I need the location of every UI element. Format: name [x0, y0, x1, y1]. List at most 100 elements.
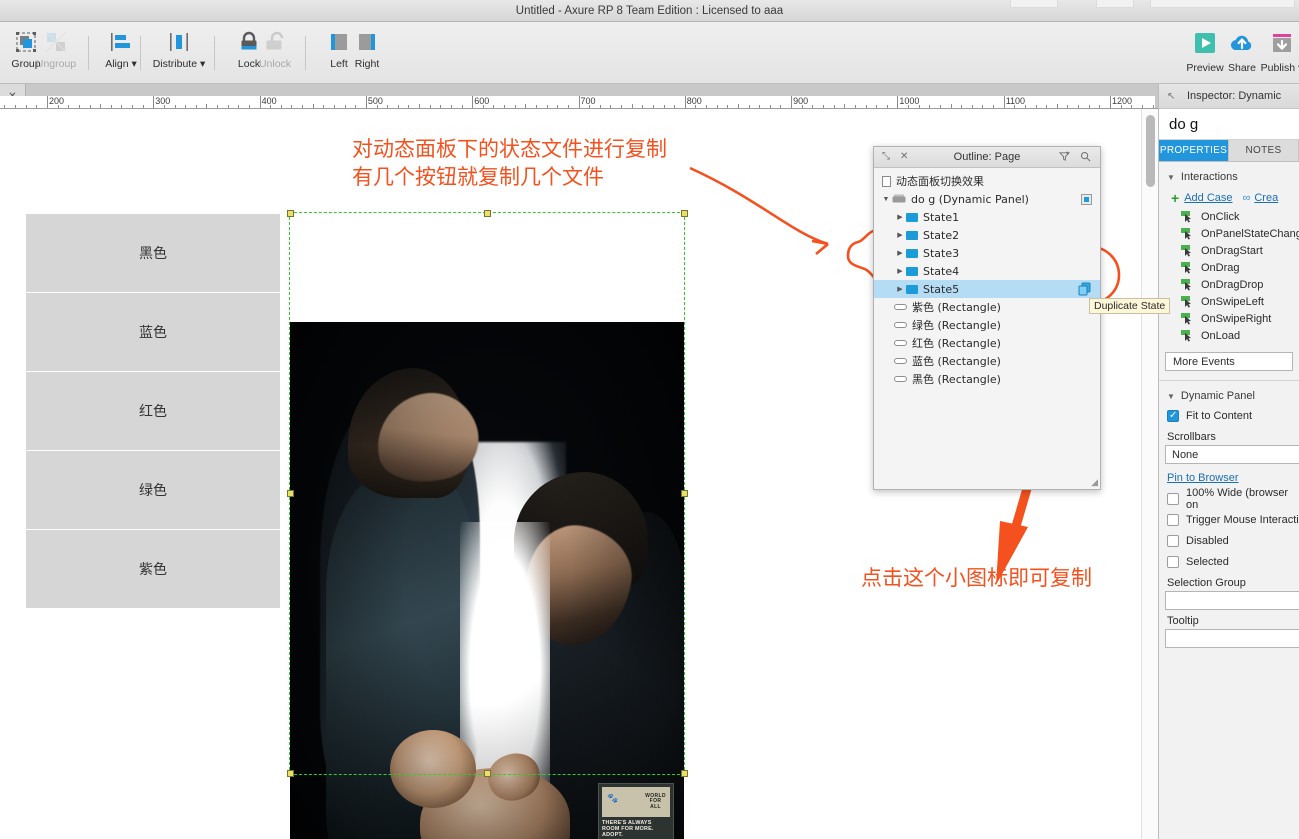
- ruler-label: 600: [474, 96, 490, 106]
- search-icon[interactable]: [1080, 151, 1091, 165]
- trigger-mouse-label: Trigger Mouse Interacti: [1186, 513, 1299, 526]
- outline-row-rect-green[interactable]: 绿色 (Rectangle): [874, 316, 1100, 334]
- trigger-mouse-checkbox[interactable]: [1167, 513, 1179, 526]
- fit-to-content-row[interactable]: Fit to Content: [1159, 405, 1299, 426]
- event-ondrag[interactable]: OnDrag: [1159, 259, 1299, 276]
- unlock-button[interactable]: Unlock: [249, 28, 301, 78]
- outline-row-state1[interactable]: ▶ State1: [874, 208, 1100, 226]
- interactions-section-header[interactable]: ▼ Interactions: [1159, 168, 1299, 186]
- panel-state-indicator-icon[interactable]: [1081, 194, 1092, 208]
- selection-group-input[interactable]: [1165, 591, 1299, 610]
- pin-to-browser-row: Pin to Browser: [1159, 472, 1299, 484]
- ruler-tick: [748, 105, 750, 108]
- event-onpanelstatechange[interactable]: OnPanelStateChange: [1159, 225, 1299, 242]
- tab-notes[interactable]: NOTES: [1229, 140, 1299, 161]
- twisty-closed-icon[interactable]: ▶: [894, 231, 906, 239]
- tab-properties[interactable]: PROPERTIES: [1159, 140, 1229, 161]
- ruler-tick: [461, 105, 463, 108]
- bring-right-button[interactable]: Right: [341, 28, 393, 78]
- ruler-tick: [25, 105, 27, 108]
- resize-handle-s[interactable]: [484, 770, 491, 777]
- outline-row-label: 绿色 (Rectangle): [912, 319, 1001, 332]
- selected-row[interactable]: Selected: [1159, 551, 1299, 572]
- resize-handle-n[interactable]: [484, 210, 491, 217]
- outline-row-rect-blue[interactable]: 蓝色 (Rectangle): [874, 352, 1100, 370]
- fit-to-content-checkbox[interactable]: [1167, 409, 1179, 422]
- outline-row-state3[interactable]: ▶ State3: [874, 244, 1100, 262]
- outline-row-rect-purple[interactable]: 紫色 (Rectangle): [874, 298, 1100, 316]
- duplicate-state-icon[interactable]: [1078, 282, 1092, 296]
- horizontal-ruler[interactable]: 200 300 400 500 600 700 800 900 1000 1100 1200: [0, 96, 1155, 109]
- outline-row-rect-black[interactable]: 黑色 (Rectangle): [874, 370, 1100, 388]
- add-case-link[interactable]: Add Case: [1184, 192, 1232, 204]
- inspector-panel[interactable]: ↖ Inspector: Dynamic do g PROPERTIES NOT…: [1158, 84, 1299, 839]
- publish-button[interactable]: Publish ▾: [1255, 30, 1299, 78]
- outline-row-dynamic-panel[interactable]: ▼ do g (Dynamic Panel): [874, 190, 1100, 208]
- outline-row-rect-red[interactable]: 红色 (Rectangle): [874, 334, 1100, 352]
- pin-to-browser-link[interactable]: Pin to Browser: [1167, 472, 1239, 484]
- canvas-button-label: 紫色: [139, 562, 167, 578]
- resize-handle-ne[interactable]: [681, 210, 688, 217]
- ungroup-button[interactable]: Ungroup: [30, 28, 82, 78]
- resize-handle-e[interactable]: [681, 490, 688, 497]
- twisty-closed-icon[interactable]: ▶: [894, 249, 906, 257]
- widget-name-field[interactable]: do g: [1159, 109, 1299, 140]
- event-ondragstart[interactable]: OnDragStart: [1159, 242, 1299, 259]
- tooltip-input[interactable]: [1165, 629, 1299, 648]
- canvas-button-green[interactable]: 绿色: [26, 451, 280, 529]
- distribute-button[interactable]: Distribute ▾: [150, 28, 208, 78]
- outline-row-state4[interactable]: ▶ State4: [874, 262, 1100, 280]
- canvas-button-black[interactable]: 黑色: [26, 214, 280, 292]
- disabled-checkbox[interactable]: [1167, 534, 1179, 547]
- event-onswipeleft[interactable]: OnSwipeLeft: [1159, 293, 1299, 310]
- dynamic-panel-section-header[interactable]: ▼ Dynamic Panel: [1159, 387, 1299, 405]
- outline-tree[interactable]: 动态面板切换效果 ▼ do g (Dynamic Panel) ▶ State1…: [874, 168, 1100, 489]
- selected-checkbox[interactable]: [1167, 555, 1179, 568]
- canvas-vertical-scrollbar[interactable]: [1141, 109, 1158, 839]
- tooltip-label: Tooltip: [1167, 615, 1199, 627]
- hundred-wide-row[interactable]: 100% Wide (browser on: [1159, 487, 1299, 511]
- canvas-button-purple[interactable]: 紫色: [26, 530, 280, 608]
- resize-handle-w[interactable]: [287, 490, 294, 497]
- resize-handle-nw[interactable]: [287, 210, 294, 217]
- resize-handle-se[interactable]: [681, 770, 688, 777]
- twisty-closed-icon[interactable]: ▶: [894, 285, 906, 293]
- link-chain-icon: ∞: [1242, 192, 1251, 204]
- toolbar-divider-1: [88, 36, 89, 70]
- create-link[interactable]: Crea: [1254, 192, 1278, 204]
- ruler-tick: [791, 96, 793, 108]
- ruler-tick: [450, 105, 452, 108]
- trigger-mouse-row[interactable]: Trigger Mouse Interacti: [1159, 509, 1299, 530]
- ruler-tick: [429, 105, 431, 108]
- event-icon: [1181, 244, 1194, 257]
- outline-row-page[interactable]: 动态面板切换效果: [874, 172, 1100, 190]
- ruler-label: 1000: [899, 96, 920, 106]
- twisty-closed-icon[interactable]: ▶: [894, 267, 906, 275]
- filter-icon[interactable]: [1058, 151, 1071, 165]
- disabled-row[interactable]: Disabled: [1159, 530, 1299, 551]
- hundred-wide-checkbox[interactable]: [1167, 492, 1179, 505]
- outline-panel[interactable]: ⤡ ✕ Outline: Page 动态面板切换效果 ▼ do g (Dynam…: [873, 146, 1101, 490]
- canvas-button-red[interactable]: 红色: [26, 372, 280, 450]
- ruler-label: 1200: [1112, 96, 1133, 106]
- outline-row-state2[interactable]: ▶ State2: [874, 226, 1100, 244]
- disabled-label: Disabled: [1186, 534, 1229, 547]
- twisty-open-icon[interactable]: ▼: [880, 196, 892, 203]
- scrollbars-select[interactable]: None: [1165, 445, 1299, 464]
- event-onload[interactable]: OnLoad: [1159, 327, 1299, 344]
- outline-row-state5[interactable]: ▶ State5: [874, 280, 1100, 298]
- poster-image-widget[interactable]: 🐾 WORLD FOR ALL THERE'S ALWAYS ROOM FOR …: [290, 322, 684, 839]
- more-events-button[interactable]: More Events: [1165, 352, 1293, 371]
- canvas-button-blue[interactable]: 蓝色: [26, 293, 280, 371]
- ruler-label: 400: [261, 96, 277, 106]
- twisty-closed-icon[interactable]: ▶: [894, 213, 906, 221]
- ruler-tick: [939, 105, 941, 108]
- event-onclick[interactable]: OnClick: [1159, 208, 1299, 225]
- rectangle-icon: [894, 304, 907, 310]
- resize-grip-icon[interactable]: ◢: [1091, 477, 1098, 488]
- canvas-scrollbar-thumb[interactable]: [1146, 115, 1155, 187]
- event-ondragdrop[interactable]: OnDragDrop: [1159, 276, 1299, 293]
- resize-handle-sw[interactable]: [287, 770, 294, 777]
- event-onswiperight[interactable]: OnSwipeRight: [1159, 310, 1299, 327]
- distribute-icon: [167, 28, 191, 56]
